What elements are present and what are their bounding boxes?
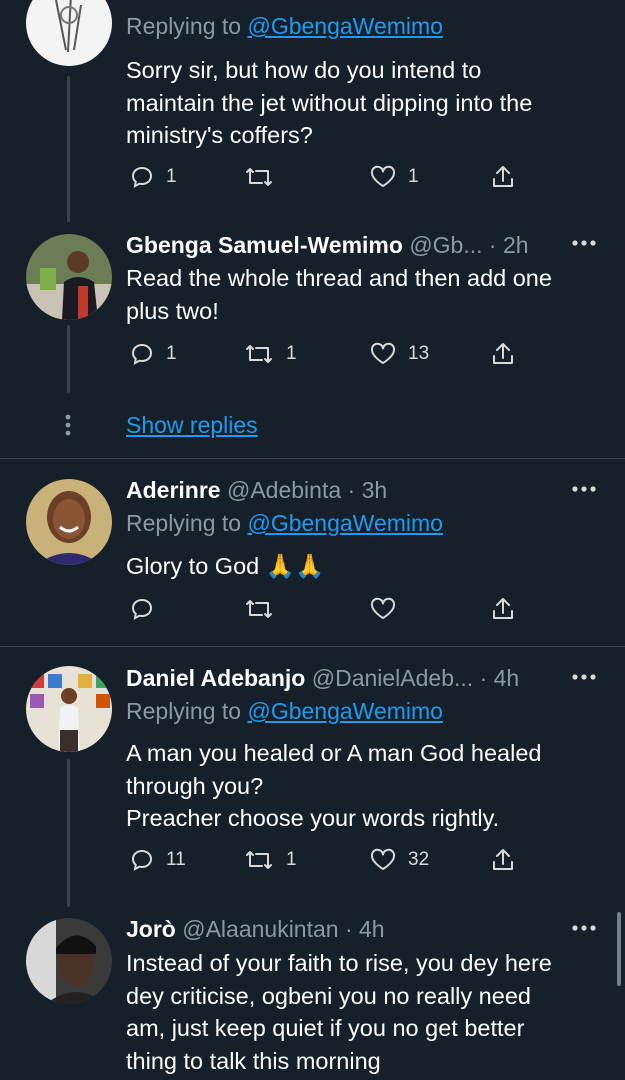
heart-icon	[370, 165, 396, 187]
reply-button[interactable]	[130, 592, 154, 626]
like-count: 1	[408, 166, 419, 187]
display-name[interactable]: Daniel Adebanjo	[126, 665, 305, 691]
tweet-actions: 1 1	[126, 160, 526, 194]
tweet-actions: 11 1 32	[126, 843, 526, 877]
tweet-text: A man you healed or A man God healed thr…	[126, 740, 542, 831]
reply-button[interactable]: 11	[130, 843, 186, 877]
retweet-icon	[246, 168, 272, 186]
replying-to: Replying to @GbengaWemimo	[126, 12, 443, 40]
handle-time: @Adebinta · 3h	[226, 477, 388, 503]
more-icon	[572, 674, 596, 680]
thread-line	[67, 325, 70, 393]
share-button[interactable]	[490, 592, 516, 626]
reply-button[interactable]: 1	[130, 160, 177, 194]
like-count: 32	[408, 849, 430, 870]
display-name[interactable]: Gbenga Samuel-Wemimo	[126, 232, 403, 258]
tweet-text: Glory to God 🙏🙏	[126, 553, 325, 579]
share-icon	[493, 849, 513, 870]
replying-to: Replying to @GbengaWemimo	[126, 509, 443, 537]
more-button[interactable]	[571, 485, 597, 493]
tweet-text: Instead of your faith to rise, you dey h…	[126, 950, 552, 1074]
scrollbar[interactable]	[617, 912, 621, 986]
reply-count: 1	[166, 166, 177, 187]
reply-button[interactable]: 1	[130, 337, 177, 371]
display-name[interactable]: Aderinre	[126, 477, 221, 503]
retweet-count: 1	[286, 849, 297, 870]
like-button[interactable]: 32	[370, 843, 429, 877]
tweet-2[interactable]: Gbenga Samuel-Wemimo @Gb... · 2h Read th…	[0, 225, 625, 460]
reply-icon	[131, 166, 153, 188]
reply-count: 1	[166, 343, 177, 364]
retweet-icon	[246, 345, 272, 363]
more-icon	[572, 925, 596, 931]
share-button[interactable]	[490, 337, 516, 371]
share-icon	[493, 598, 513, 619]
display-name[interactable]: Jorò	[126, 916, 176, 942]
tweet-actions: 1 1 13	[126, 337, 526, 371]
like-button[interactable]	[370, 592, 396, 626]
more-button[interactable]	[571, 673, 597, 681]
tweet-text: Sorry sir, but how do you intend to main…	[126, 57, 533, 148]
reply-icon	[131, 849, 153, 871]
replying-handle-link[interactable]: @GbengaWemimo	[247, 13, 443, 39]
more-button[interactable]	[571, 924, 597, 932]
retweet-icon	[246, 600, 272, 618]
avatar[interactable]	[26, 0, 112, 66]
tweet-5[interactable]: Jorò @Alaanukintan · 4h Instead of your …	[0, 907, 625, 1080]
show-replies-link[interactable]: Show replies	[126, 410, 258, 440]
retweet-icon	[246, 851, 272, 869]
retweet-button[interactable]	[244, 160, 274, 194]
share-icon	[493, 166, 513, 187]
more-replies-dots-icon	[65, 414, 71, 436]
reply-icon	[131, 343, 153, 365]
tweet-text: Read the whole thread and then add one p…	[126, 265, 552, 324]
retweet-button[interactable]	[244, 592, 274, 626]
retweet-button[interactable]: 1	[244, 843, 297, 877]
tweet-actions	[126, 592, 526, 626]
like-count: 13	[408, 343, 430, 364]
reply-count: 11	[166, 849, 186, 870]
thread-line	[67, 759, 70, 907]
thread-line	[67, 76, 70, 222]
replying-prefix: Replying to	[126, 13, 248, 39]
handle-time: @Alaanukintan · 4h	[182, 916, 385, 942]
replying-to: Replying to @GbengaWemimo	[126, 697, 443, 725]
more-icon	[572, 240, 596, 246]
replying-handle-link[interactable]: @GbengaWemimo	[247, 510, 443, 536]
handle-time: @DanielAdeb... · 4h	[311, 665, 520, 691]
like-button[interactable]: 1	[370, 160, 419, 194]
avatar[interactable]	[26, 234, 112, 320]
avatar[interactable]	[26, 918, 112, 1004]
replying-prefix: Replying to	[126, 698, 248, 724]
avatar[interactable]	[26, 666, 112, 752]
avatar[interactable]	[26, 479, 112, 565]
heart-icon	[370, 597, 396, 619]
replying-prefix: Replying to	[126, 510, 248, 536]
handle-time: @Gb... · 2h	[409, 232, 529, 258]
heart-icon	[370, 848, 396, 870]
share-button[interactable]	[490, 160, 516, 194]
reply-icon	[131, 598, 153, 620]
retweet-button[interactable]: 1	[244, 337, 297, 371]
like-button[interactable]: 13	[370, 337, 429, 371]
retweet-count: 1	[286, 343, 297, 364]
tweet-header: Jorò @Alaanukintan · 4h	[126, 915, 591, 943]
tweet-3[interactable]: Aderinre @Adebinta · 3h Replying to @Gbe…	[0, 459, 625, 647]
replying-handle-link[interactable]: @GbengaWemimo	[247, 698, 443, 724]
tweet-4[interactable]: Daniel Adebanjo @DanielAdeb... · 4h Repl…	[0, 647, 625, 907]
tweet-header: Gbenga Samuel-Wemimo @Gb... · 2h	[126, 231, 591, 259]
share-button[interactable]	[490, 843, 516, 877]
heart-icon	[370, 342, 396, 364]
more-icon	[572, 486, 596, 492]
tweet-1[interactable]: Replying to @GbengaWemimo Sorry sir, but…	[0, 0, 625, 225]
tweet-header: Aderinre @Adebinta · 3h	[126, 476, 591, 504]
more-button[interactable]	[571, 239, 597, 247]
share-icon	[493, 343, 513, 364]
tweet-header: Daniel Adebanjo @DanielAdeb... · 4h	[126, 664, 591, 692]
